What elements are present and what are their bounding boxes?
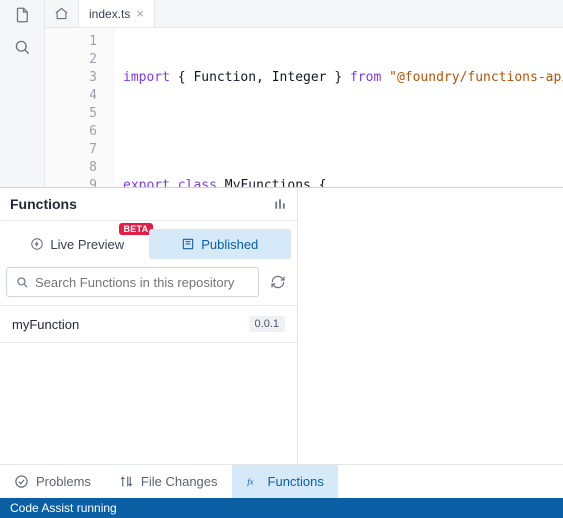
search-icon bbox=[15, 275, 29, 289]
tab-problems[interactable]: Problems bbox=[0, 465, 105, 498]
code-editor[interactable]: 1 2 3 4 5 6 7 8 9 import { Function, Int… bbox=[45, 28, 563, 187]
check-circle-icon bbox=[14, 474, 29, 489]
tab-label: index.ts bbox=[89, 7, 130, 21]
activity-sidebar bbox=[0, 0, 45, 187]
home-icon[interactable] bbox=[45, 0, 79, 27]
panel-bar-icon[interactable] bbox=[273, 197, 287, 211]
functions-panel: Functions Live Preview BETA Published bbox=[0, 187, 298, 464]
line-gutter: 1 2 3 4 5 6 7 8 9 bbox=[45, 28, 115, 187]
book-icon bbox=[181, 237, 195, 251]
live-preview-button[interactable]: Live Preview BETA bbox=[6, 229, 149, 259]
file-icon[interactable] bbox=[13, 6, 31, 24]
version-badge: 0.0.1 bbox=[249, 316, 285, 332]
svg-text:fx: fx bbox=[247, 477, 253, 487]
problems-label: Problems bbox=[36, 474, 91, 489]
diff-icon bbox=[119, 474, 134, 489]
refresh-button[interactable] bbox=[265, 269, 291, 295]
bottom-tab-bar: Problems File Changes fx Functions bbox=[0, 464, 563, 498]
close-icon[interactable]: × bbox=[136, 7, 144, 20]
beta-badge: BETA bbox=[119, 223, 152, 235]
search-input[interactable] bbox=[35, 275, 250, 290]
published-label: Published bbox=[201, 237, 258, 252]
tab-file-changes[interactable]: File Changes bbox=[105, 465, 232, 498]
file-changes-label: File Changes bbox=[141, 474, 218, 489]
detail-pane bbox=[298, 187, 563, 464]
function-list-item[interactable]: myFunction 0.0.1 bbox=[0, 306, 297, 342]
search-input-wrapper[interactable] bbox=[6, 267, 259, 297]
panel-title: Functions bbox=[10, 196, 77, 212]
functions-label: Functions bbox=[268, 474, 324, 489]
search-icon[interactable] bbox=[13, 38, 31, 56]
code-content[interactable]: import { Function, Integer } from "@foun… bbox=[115, 28, 563, 187]
bolt-icon bbox=[30, 237, 44, 251]
tab-index-ts[interactable]: index.ts × bbox=[79, 0, 155, 27]
published-button[interactable]: Published bbox=[149, 229, 292, 259]
tab-bar: index.ts × bbox=[45, 0, 563, 28]
tab-functions[interactable]: fx Functions bbox=[232, 465, 338, 498]
status-bar: Code Assist running bbox=[0, 498, 563, 518]
status-text: Code Assist running bbox=[10, 501, 117, 515]
function-name: myFunction bbox=[12, 317, 79, 332]
live-preview-label: Live Preview bbox=[50, 237, 124, 252]
fx-icon: fx bbox=[246, 474, 261, 489]
